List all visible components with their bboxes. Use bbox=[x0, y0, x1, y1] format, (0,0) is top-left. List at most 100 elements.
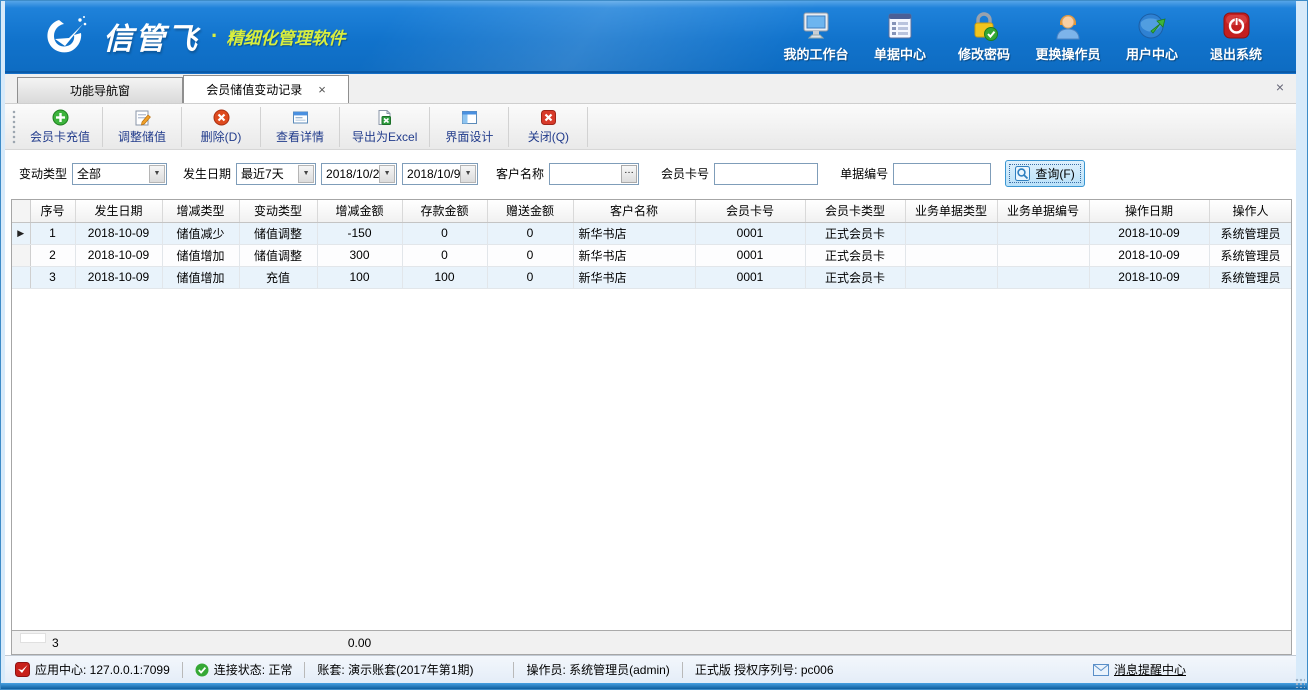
table-cell[interactable]: 新华书店 bbox=[573, 222, 695, 244]
close-view-button[interactable]: 关闭(Q) bbox=[509, 105, 587, 149]
chevron-down-icon[interactable]: ▼ bbox=[298, 165, 314, 183]
ui-design-icon bbox=[461, 109, 478, 126]
column-header[interactable]: 业务单据类型 bbox=[905, 200, 997, 222]
tabstrip-close-icon[interactable]: × bbox=[1276, 80, 1284, 94]
table-cell[interactable] bbox=[997, 222, 1089, 244]
table-row[interactable]: ▶12018-10-09储值减少储值调整-15000新华书店0001正式会员卡2… bbox=[12, 222, 1291, 244]
export-excel-button[interactable]: 导出为Excel bbox=[340, 105, 429, 149]
column-header[interactable]: 赠送金额 bbox=[487, 200, 573, 222]
tab-close-icon[interactable]: × bbox=[318, 82, 326, 97]
table-cell[interactable]: 2018-10-09 bbox=[1089, 244, 1209, 266]
ui-design-button[interactable]: 界面设计 bbox=[430, 105, 508, 149]
tab-member-stored-value-records[interactable]: 会员储值变动记录 × bbox=[183, 75, 349, 103]
table-cell[interactable]: 系统管理员 bbox=[1209, 244, 1291, 266]
table-cell[interactable]: 2018-10-09 bbox=[75, 244, 162, 266]
table-cell[interactable] bbox=[905, 222, 997, 244]
row-selector-cell[interactable] bbox=[12, 266, 30, 288]
table-cell[interactable]: 0 bbox=[402, 244, 487, 266]
table-cell[interactable]: 系统管理员 bbox=[1209, 222, 1291, 244]
column-header[interactable]: 变动类型 bbox=[239, 200, 317, 222]
chevron-down-icon[interactable]: ▼ bbox=[379, 165, 395, 183]
nav-document-center[interactable]: 单据中心 bbox=[858, 9, 942, 63]
table-cell[interactable]: 2018-10-09 bbox=[75, 266, 162, 288]
table-cell[interactable]: 2018-10-09 bbox=[1089, 266, 1209, 288]
customer-lookup-button[interactable]: … bbox=[621, 165, 637, 183]
change-type-select[interactable]: 全部 ▼ bbox=[72, 163, 167, 185]
table-cell[interactable]: 2 bbox=[30, 244, 75, 266]
column-header[interactable]: 会员卡号 bbox=[695, 200, 805, 222]
app-logo-small-icon bbox=[15, 662, 30, 677]
table-cell[interactable]: 正式会员卡 bbox=[805, 222, 905, 244]
table-cell[interactable]: 3 bbox=[30, 266, 75, 288]
table-cell[interactable]: 正式会员卡 bbox=[805, 266, 905, 288]
tab-function-navigator[interactable]: 功能导航窗 bbox=[17, 77, 183, 103]
table-cell[interactable]: 0001 bbox=[695, 244, 805, 266]
column-header[interactable]: 操作日期 bbox=[1089, 200, 1209, 222]
nav-my-workstation[interactable]: 我的工作台 bbox=[774, 9, 858, 63]
table-cell[interactable]: 0 bbox=[487, 244, 573, 266]
chevron-down-icon[interactable]: ▼ bbox=[149, 165, 165, 183]
column-header[interactable]: 增减金额 bbox=[317, 200, 402, 222]
table-cell[interactable]: 正式会员卡 bbox=[805, 244, 905, 266]
column-header[interactable]: 序号 bbox=[30, 200, 75, 222]
adjust-stored-value-button[interactable]: 调整储值 bbox=[103, 105, 181, 149]
table-cell[interactable]: 100 bbox=[317, 266, 402, 288]
table-cell[interactable]: 100 bbox=[402, 266, 487, 288]
nav-user-center[interactable]: 用户中心 bbox=[1110, 9, 1194, 63]
date-from-select[interactable]: 2018/10/2 ▼ bbox=[321, 163, 397, 185]
column-header[interactable]: 业务单据编号 bbox=[997, 200, 1089, 222]
view-details-button[interactable]: 查看详情 bbox=[261, 105, 339, 149]
table-cell[interactable]: 储值增加 bbox=[162, 244, 239, 266]
table-cell[interactable] bbox=[905, 244, 997, 266]
status-connection: 连接状态: 正常 bbox=[195, 661, 293, 678]
column-header[interactable]: 会员卡类型 bbox=[805, 200, 905, 222]
table-cell[interactable] bbox=[905, 266, 997, 288]
toolbar-grip[interactable] bbox=[10, 110, 18, 144]
message-center-link[interactable]: 消息提醒中心 bbox=[1093, 661, 1186, 678]
row-selector-cell[interactable] bbox=[12, 244, 30, 266]
nav-exit-system[interactable]: 退出系统 bbox=[1194, 9, 1278, 63]
nav-label: 我的工作台 bbox=[783, 44, 848, 63]
column-header[interactable]: 增减类型 bbox=[162, 200, 239, 222]
date-range-select[interactable]: 最近7天 ▼ bbox=[236, 163, 316, 185]
table-cell[interactable] bbox=[997, 266, 1089, 288]
table-cell[interactable]: 2018-10-09 bbox=[75, 222, 162, 244]
table-cell[interactable]: 储值增加 bbox=[162, 266, 239, 288]
table-cell[interactable]: 0001 bbox=[695, 266, 805, 288]
table-cell[interactable]: 0 bbox=[402, 222, 487, 244]
nav-change-password[interactable]: 修改密码 bbox=[942, 9, 1026, 63]
table-cell[interactable]: 储值减少 bbox=[162, 222, 239, 244]
search-button[interactable]: 查询(F) bbox=[1005, 160, 1085, 187]
column-header[interactable]: 存款金额 bbox=[402, 200, 487, 222]
resize-grip-icon[interactable] bbox=[1295, 678, 1305, 688]
column-header[interactable]: 发生日期 bbox=[75, 200, 162, 222]
row-selector-header bbox=[12, 200, 30, 222]
table-cell[interactable]: -150 bbox=[317, 222, 402, 244]
table-cell[interactable]: 0001 bbox=[695, 222, 805, 244]
nav-switch-operator[interactable]: 更换操作员 bbox=[1026, 9, 1110, 63]
table-cell[interactable]: 储值调整 bbox=[239, 244, 317, 266]
delete-button[interactable]: 删除(D) bbox=[182, 105, 260, 149]
table-cell[interactable]: 300 bbox=[317, 244, 402, 266]
adjust-stored-value-icon bbox=[134, 109, 151, 126]
card-no-input[interactable] bbox=[714, 163, 818, 185]
table-cell[interactable]: 新华书店 bbox=[573, 244, 695, 266]
row-selector-cell[interactable]: ▶ bbox=[12, 222, 30, 244]
table-cell[interactable]: 0 bbox=[487, 222, 573, 244]
column-header[interactable]: 客户名称 bbox=[573, 200, 695, 222]
table-cell[interactable] bbox=[997, 244, 1089, 266]
date-to-select[interactable]: 2018/10/9 ▼ bbox=[402, 163, 478, 185]
column-header[interactable]: 操作人 bbox=[1209, 200, 1291, 222]
table-cell[interactable]: 2018-10-09 bbox=[1089, 222, 1209, 244]
doc-no-input[interactable] bbox=[893, 163, 991, 185]
table-cell[interactable]: 储值调整 bbox=[239, 222, 317, 244]
recharge-card-button[interactable]: 会员卡充值 bbox=[18, 105, 102, 149]
table-row[interactable]: 32018-10-09储值增加充值1001000新华书店0001正式会员卡201… bbox=[12, 266, 1291, 288]
table-cell[interactable]: 1 bbox=[30, 222, 75, 244]
table-row[interactable]: 22018-10-09储值增加储值调整30000新华书店0001正式会员卡201… bbox=[12, 244, 1291, 266]
chevron-down-icon[interactable]: ▼ bbox=[460, 165, 476, 183]
table-cell[interactable]: 充值 bbox=[239, 266, 317, 288]
table-cell[interactable]: 0 bbox=[487, 266, 573, 288]
table-cell[interactable]: 新华书店 bbox=[573, 266, 695, 288]
table-cell[interactable]: 系统管理员 bbox=[1209, 266, 1291, 288]
